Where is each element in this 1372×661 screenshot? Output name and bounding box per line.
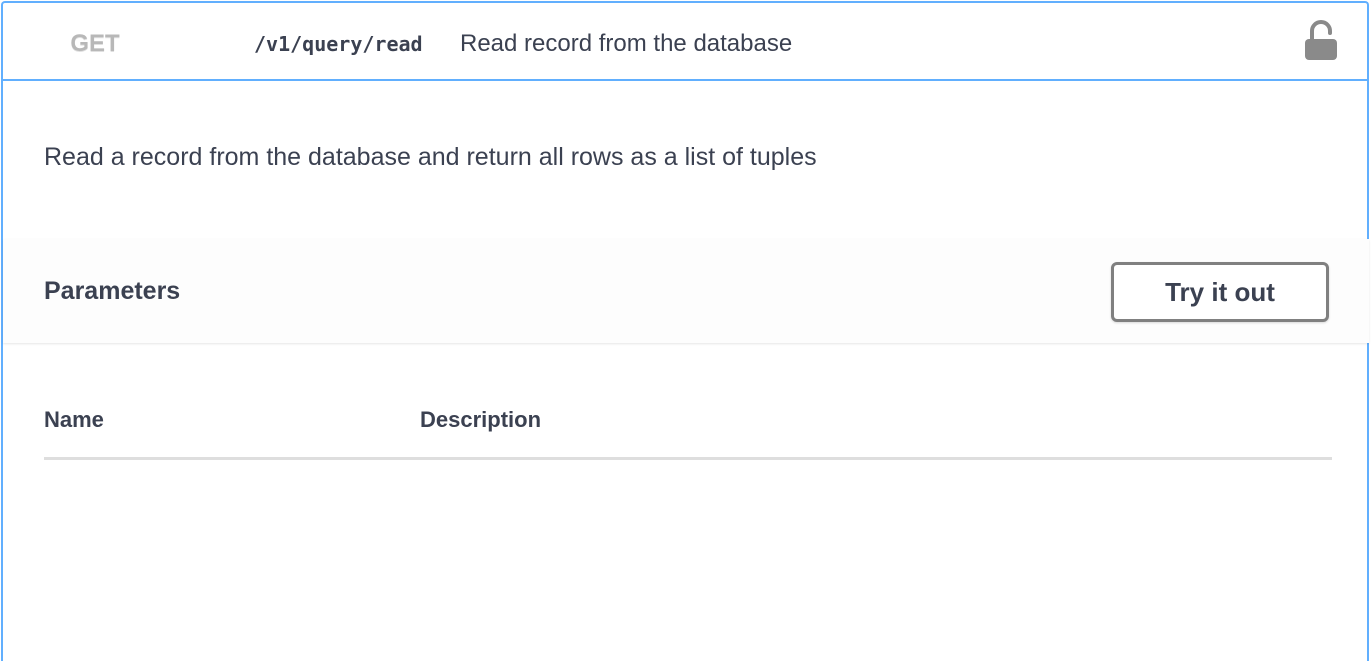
table-header-divider bbox=[44, 457, 1332, 460]
parameters-title: Parameters bbox=[44, 277, 181, 305]
try-it-out-button[interactable]: Try it out bbox=[1111, 262, 1329, 322]
endpoint-summary: Read record from the database bbox=[460, 30, 793, 57]
column-header-description: Description bbox=[420, 407, 542, 432]
endpoint-path: /v1/query/read bbox=[254, 32, 423, 56]
column-header-name: Name bbox=[44, 407, 104, 432]
operation-summary[interactable]: GET /v1/query/read Read record from the … bbox=[3, 3, 1369, 81]
parameters-section-header: Parameters Try it out bbox=[3, 239, 1369, 343]
operation-block: GET /v1/query/read Read record from the … bbox=[1, 1, 1369, 661]
lock-open-icon[interactable] bbox=[1303, 19, 1339, 63]
operation-description: Read a record from the database and retu… bbox=[44, 143, 817, 171]
http-method-badge: GET bbox=[70, 30, 120, 57]
